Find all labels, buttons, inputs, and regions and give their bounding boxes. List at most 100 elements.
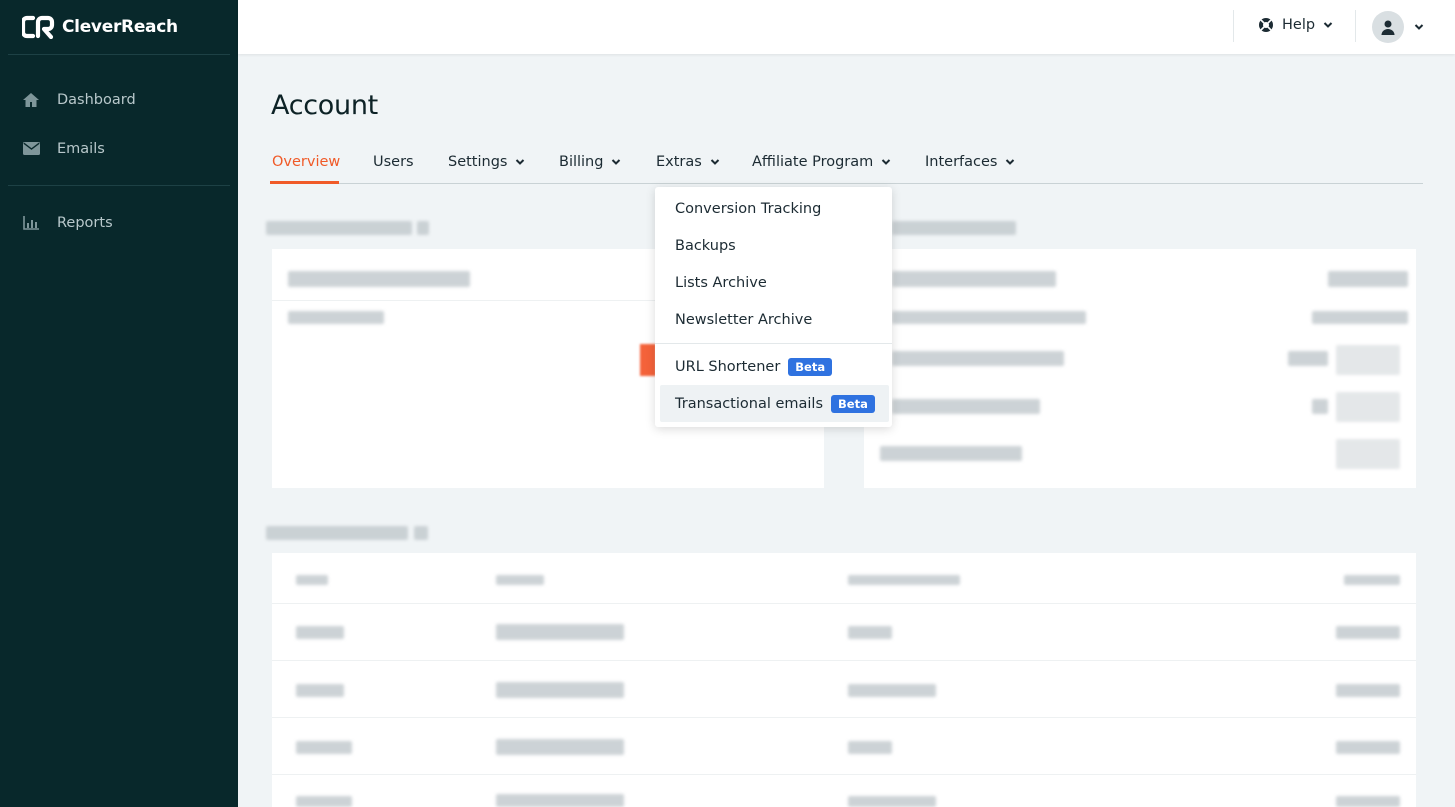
- chevron-down-icon: [1414, 24, 1424, 30]
- blurred-cell: [496, 794, 624, 807]
- tab-label: Interfaces: [925, 154, 998, 170]
- history-table: [272, 553, 1416, 807]
- chevron-down-icon: [710, 159, 720, 165]
- lifebuoy-icon: [1259, 18, 1273, 32]
- blurred-text: [892, 351, 1064, 366]
- user-menu-button[interactable]: [1372, 11, 1424, 43]
- tab-users[interactable]: Users: [373, 154, 414, 170]
- blurred-column-header: [496, 575, 544, 585]
- beta-badge: Beta: [788, 357, 833, 376]
- blurred-value: [1312, 311, 1408, 324]
- blurred-cell: [296, 684, 344, 697]
- menu-item-transactional-emails[interactable]: Transactional emails Beta: [660, 385, 889, 422]
- tab-label: Settings: [448, 154, 508, 170]
- blurred-column-header: [848, 575, 960, 585]
- menu-item-label: Backups: [675, 237, 736, 254]
- menu-item-label: Conversion Tracking: [675, 200, 822, 217]
- extras-dropdown-menu: Conversion Tracking Backups Lists Archiv…: [655, 187, 892, 427]
- page-title: Account: [271, 90, 378, 121]
- blurred-cell: [1336, 796, 1400, 807]
- blurred-section-heading: [266, 526, 408, 540]
- blurred-button: [1336, 392, 1400, 422]
- blurred-cell: [296, 796, 352, 807]
- blurred-cell: [496, 624, 624, 640]
- divider: [272, 774, 1416, 775]
- avatar: [1372, 11, 1404, 43]
- blurred-value: [1312, 399, 1328, 414]
- chevron-down-icon: [1006, 159, 1015, 165]
- blurred-button: [1336, 345, 1400, 375]
- blurred-value: [1288, 351, 1328, 366]
- blurred-cell: [848, 626, 892, 639]
- sidebar-item-dashboard[interactable]: Dashboard: [0, 75, 238, 124]
- blurred-cell: [296, 626, 344, 639]
- blurred-text: [288, 311, 384, 324]
- blurred-cell: [496, 682, 624, 698]
- blurred-section-heading: [892, 221, 1016, 235]
- sidebar: CleverReach Dashboard Emails Reports: [0, 0, 238, 807]
- tab-settings[interactable]: Settings: [448, 154, 525, 170]
- blurred-accent: [640, 344, 656, 376]
- blurred-text: [288, 271, 470, 287]
- menu-item-label: Lists Archive: [675, 274, 767, 291]
- home-icon: [22, 91, 40, 109]
- tab-label: Users: [373, 154, 414, 170]
- blurred-text: [892, 271, 1056, 287]
- header-divider: [1233, 10, 1234, 42]
- top-bar: Help: [238, 0, 1455, 54]
- blurred-info-icon: [417, 221, 429, 235]
- blurred-info-icon: [414, 526, 428, 540]
- menu-item-label: Newsletter Archive: [675, 311, 813, 328]
- blurred-cell: [296, 741, 352, 754]
- menu-item-conversion-tracking[interactable]: Conversion Tracking: [655, 190, 892, 227]
- menu-divider: [655, 343, 892, 344]
- divider: [272, 603, 1416, 604]
- blurred-cell: [1336, 626, 1400, 639]
- blurred-column-header: [1344, 575, 1400, 585]
- menu-item-lists-archive[interactable]: Lists Archive: [655, 264, 892, 301]
- blurred-cell: [1336, 684, 1400, 697]
- tab-overview[interactable]: Overview: [272, 154, 340, 170]
- sidebar-item-reports[interactable]: Reports: [0, 198, 238, 247]
- chevron-down-icon: [612, 159, 621, 165]
- divider: [272, 717, 1416, 718]
- envelope-icon: [22, 140, 40, 158]
- tab-label: Affiliate Program: [752, 154, 874, 170]
- menu-item-label: URL Shortener: [675, 358, 781, 375]
- divider: [272, 660, 1416, 661]
- blurred-text: [892, 399, 1040, 414]
- header-divider: [1355, 10, 1356, 42]
- help-label: Help: [1282, 17, 1316, 33]
- help-menu-button[interactable]: Help: [1258, 17, 1333, 33]
- menu-item-url-shortener[interactable]: URL Shortener Beta: [655, 348, 892, 385]
- menu-item-backups[interactable]: Backups: [655, 227, 892, 264]
- tab-label: Overview: [272, 154, 341, 170]
- tab-label: Billing: [559, 154, 604, 170]
- chevron-down-icon: [882, 159, 891, 165]
- blurred-cell: [848, 684, 936, 697]
- tab-affiliate-program[interactable]: Affiliate Program: [752, 154, 891, 170]
- account-tabs: Overview Users Settings Billing Extras A…: [270, 146, 1423, 184]
- chevron-down-icon: [1323, 22, 1333, 28]
- tab-interfaces[interactable]: Interfaces: [925, 154, 1015, 170]
- logo[interactable]: CleverReach: [0, 0, 238, 54]
- sidebar-item-label: Reports: [57, 214, 113, 231]
- blurred-text: [892, 311, 1086, 324]
- tab-billing[interactable]: Billing: [559, 154, 621, 170]
- active-tab-indicator: [270, 181, 339, 184]
- blurred-column-header: [296, 575, 328, 585]
- blurred-button: [1336, 439, 1400, 469]
- blurred-cell: [1336, 741, 1400, 754]
- tab-extras[interactable]: Extras: [656, 154, 720, 170]
- menu-item-newsletter-archive[interactable]: Newsletter Archive: [655, 301, 892, 338]
- beta-badge: Beta: [831, 394, 875, 413]
- sidebar-item-label: Dashboard: [57, 91, 136, 108]
- menu-item-label: Transactional emails: [675, 395, 824, 412]
- cleverreach-logo-icon: [22, 15, 55, 39]
- blurred-cell: [848, 741, 892, 754]
- tab-label: Extras: [656, 154, 702, 170]
- sidebar-item-emails[interactable]: Emails: [0, 124, 238, 173]
- user-icon: [1381, 20, 1395, 35]
- chevron-down-icon: [516, 159, 525, 165]
- bar-chart-icon: [22, 214, 40, 232]
